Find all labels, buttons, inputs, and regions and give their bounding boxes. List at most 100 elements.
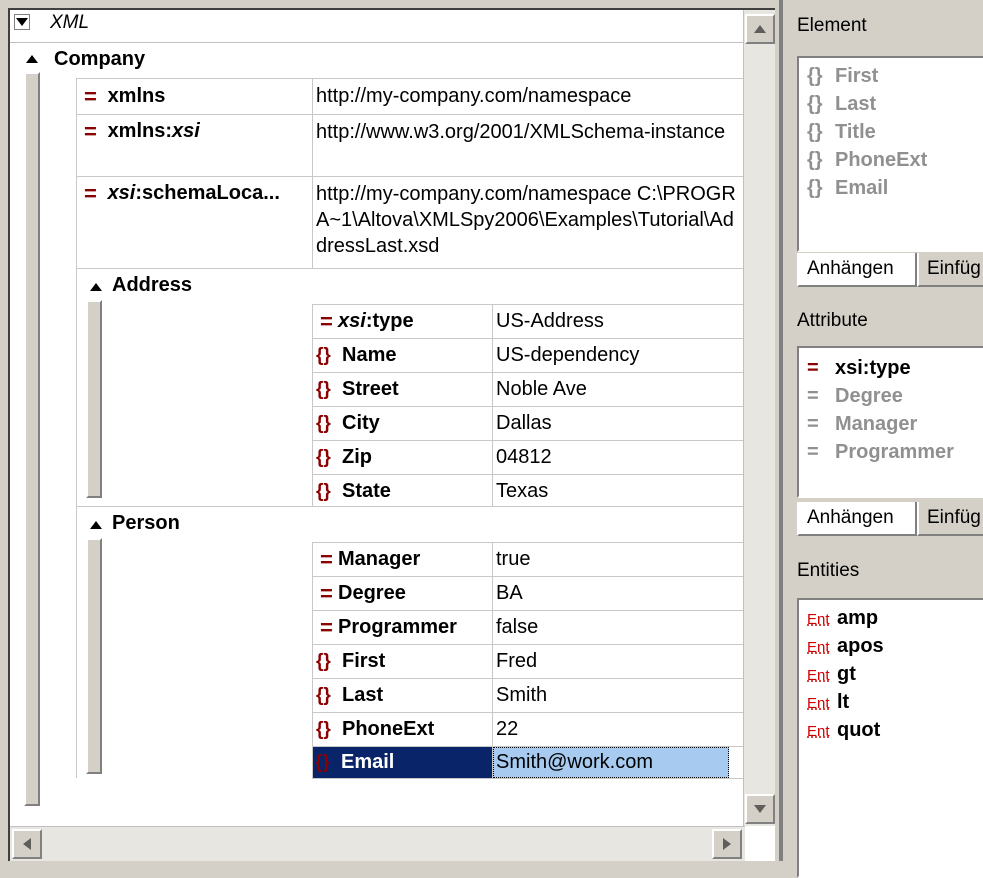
attribute-icon: =	[320, 308, 333, 334]
xml-root-label: XML	[50, 12, 90, 33]
scroll-right-button[interactable]	[712, 829, 742, 859]
entity-icon: Ent	[807, 639, 830, 656]
attr-value-xmlns[interactable]: http://my-company.com/namespace	[314, 81, 744, 111]
person-value-email[interactable]: Smith@work.com	[493, 747, 729, 778]
company-toggle[interactable]	[26, 55, 38, 63]
attr-value-schema-location[interactable]: http://my-company.com/namespace C:\PROGR…	[314, 178, 738, 268]
attribute-list[interactable]: = xsi:type = Degree = Manager = Programmer	[797, 346, 983, 498]
attribute-icon: =	[807, 441, 819, 463]
attribute-list-item[interactable]: = Manager	[799, 410, 983, 438]
element-list[interactable]: {} First {} Last {} Title {} PhoneExt {} Emai…	[797, 56, 983, 252]
element-icon: {}	[807, 65, 823, 87]
element-icon: {}	[316, 480, 331, 502]
element-icon: {}	[316, 684, 331, 706]
element-list-item[interactable]: {} Email	[799, 174, 983, 202]
scroll-down-button[interactable]	[745, 794, 775, 824]
person-row-phoneext[interactable]: {} PhoneExt	[314, 714, 492, 745]
person-value-first[interactable]: Fred	[494, 646, 744, 676]
element-icon: {}	[807, 93, 823, 115]
person-value-last[interactable]: Smith	[494, 680, 744, 710]
scroll-up-button[interactable]	[745, 14, 775, 44]
entities-panel-title: Entities	[797, 560, 860, 581]
element-icon: {}	[807, 121, 823, 143]
tab-attribute-append[interactable]: Anhängen	[797, 502, 917, 536]
person-collapse-bar[interactable]	[86, 538, 102, 774]
attribute-icon: =	[84, 118, 97, 144]
address-collapse-bar[interactable]	[86, 300, 102, 498]
tab-attribute-insert[interactable]: Einfüg	[917, 502, 983, 536]
person-row-manager[interactable]: = Manager	[318, 544, 492, 574]
grid-content: XML Company = xmlns http://my-company.co…	[10, 10, 745, 826]
address-value-street[interactable]: Noble Ave	[494, 374, 744, 404]
attr-row-xmlns-xsi[interactable]: = xmlns:xsi	[82, 116, 310, 146]
entity-list-item[interactable]: Ent quot	[799, 716, 983, 744]
person-value-manager[interactable]: true	[494, 544, 744, 574]
element-list-item[interactable]: {} PhoneExt	[799, 146, 983, 174]
element-icon: {}	[316, 412, 331, 434]
element-icon: {}	[316, 650, 331, 672]
person-label: Person	[112, 512, 180, 534]
entity-icon: Ent	[807, 611, 830, 628]
element-panel-title: Element	[797, 15, 867, 36]
attr-value-xmlns-xsi[interactable]: http://www.w3.org/2001/XMLSchema-instanc…	[314, 116, 738, 176]
attr-row-xmlns[interactable]: = xmlns	[82, 81, 310, 111]
person-value-programmer[interactable]: false	[494, 612, 744, 642]
company-label: Company	[54, 48, 146, 70]
company-collapse-bar[interactable]	[24, 72, 40, 806]
address-value-name[interactable]: US-dependency	[494, 340, 744, 370]
xml-grid-view[interactable]: XML Company = xmlns http://my-company.co…	[8, 8, 775, 861]
address-value-zip[interactable]: 04812	[494, 442, 744, 472]
tab-element-insert[interactable]: Einfüg	[917, 253, 983, 287]
attr-row-schema-location[interactable]: = xsi:schemaLoca...	[82, 178, 312, 208]
pane-splitter[interactable]	[779, 0, 783, 861]
grid-horizontal-scrollbar[interactable]	[10, 826, 745, 861]
entity-icon: Ent	[807, 667, 830, 684]
xml-root-toggle-box[interactable]	[14, 14, 30, 30]
attribute-list-item[interactable]: = xsi:type	[799, 354, 983, 382]
address-row-city[interactable]: {} City	[314, 408, 492, 439]
element-list-item[interactable]: {} First	[799, 62, 983, 90]
entity-list-item[interactable]: Ent gt	[799, 660, 983, 688]
tab-element-append[interactable]: Anhängen	[797, 253, 917, 287]
attribute-panel-title: Attribute	[797, 310, 868, 331]
entity-list-item[interactable]: Ent amp	[799, 604, 983, 632]
grid-vertical-scrollbar[interactable]	[743, 10, 775, 826]
entity-icon: Ent	[807, 723, 830, 740]
address-value-xsi-type[interactable]: US-Address	[494, 306, 744, 336]
entities-list[interactable]: Ent amp Ent apos Ent gt Ent lt Ent quot	[797, 598, 983, 878]
address-row-name[interactable]: {} Name	[314, 340, 492, 371]
attribute-icon: =	[807, 385, 819, 407]
element-icon: {}	[807, 149, 823, 171]
scroll-left-button[interactable]	[12, 829, 42, 859]
attribute-list-item[interactable]: = Programmer	[799, 438, 983, 466]
address-row-zip[interactable]: {} Zip	[314, 442, 492, 473]
person-row-degree[interactable]: = Degree	[318, 578, 492, 608]
entity-list-item[interactable]: Ent apos	[799, 632, 983, 660]
person-toggle[interactable]	[90, 521, 102, 529]
person-row-email[interactable]: {} Email	[313, 747, 492, 778]
address-label: Address	[112, 274, 193, 296]
attribute-icon: =	[84, 83, 97, 109]
attribute-list-item[interactable]: = Degree	[799, 382, 983, 410]
address-toggle[interactable]	[90, 283, 102, 291]
person-row-programmer[interactable]: = Programmer	[318, 612, 494, 642]
entity-list-item[interactable]: Ent lt	[799, 688, 983, 716]
element-icon: {}	[807, 177, 823, 199]
attribute-icon: =	[320, 546, 333, 572]
address-row-xsi-type[interactable]: = xsi:type	[318, 306, 492, 336]
attribute-icon: =	[84, 180, 97, 206]
element-icon: {}	[315, 751, 330, 773]
person-value-phoneext[interactable]: 22	[494, 714, 744, 744]
person-row-first[interactable]: {} First	[314, 646, 492, 677]
person-value-degree[interactable]: BA	[494, 578, 744, 608]
person-row-last[interactable]: {} Last	[314, 680, 492, 711]
element-icon: {}	[316, 378, 331, 400]
attribute-icon: =	[320, 580, 333, 606]
element-icon: {}	[316, 446, 331, 468]
address-value-city[interactable]: Dallas	[494, 408, 744, 438]
element-list-item[interactable]: {} Last	[799, 90, 983, 118]
element-list-item[interactable]: {} Title	[799, 118, 983, 146]
address-row-state[interactable]: {} State	[314, 476, 492, 507]
address-row-street[interactable]: {} Street	[314, 374, 492, 405]
address-value-state[interactable]: Texas	[494, 476, 744, 506]
